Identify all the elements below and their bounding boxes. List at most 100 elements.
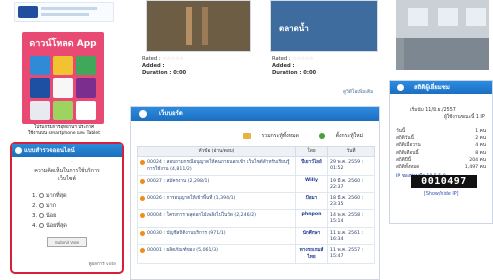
stats-value: 1 คน <box>475 129 486 134</box>
video-section: ตลาดน้ำ Rated : ☆☆☆☆☆ Added : Duration :… <box>136 0 380 95</box>
link-line <box>41 7 97 10</box>
date-cell: 11 พ.ค. 2557 : 15:47 <box>327 243 375 264</box>
table-row[interactable]: 00001 : ผลิตภัณฑ์ของ (5,061/3) ทางรถเกมส… <box>137 243 375 264</box>
rating-stars: ☆☆☆☆☆ <box>162 56 184 62</box>
more-videos-link[interactable]: ดูวิดีโอเพิ่มเติม <box>343 88 373 96</box>
app-tiles <box>30 56 96 120</box>
poll-option[interactable]: 1. มากที่สุด <box>32 191 122 201</box>
site-logo <box>18 6 38 18</box>
topic-cell[interactable]: 00026 : การอนุญาตให้เข้าพื้นที่ (1,394/1… <box>137 192 296 211</box>
stats-icon <box>397 84 404 91</box>
all-topics-label: รวมกระทู้ทั้งหมด <box>261 133 299 139</box>
table-row[interactable]: 00024 : สอบถามกรณีอนุญาตให้คนภายนอกเข้า … <box>137 156 375 176</box>
app-tile <box>76 78 96 98</box>
video-thumbnail[interactable] <box>146 0 251 52</box>
topic-title: 00030 : บัญชีสถิติงานบริการ (971/1) <box>147 230 226 236</box>
poll-radio[interactable] <box>39 203 44 208</box>
poll-option-label: น้อยที่สุด <box>46 223 67 229</box>
stats-value: 204 คน <box>469 157 486 163</box>
forum-icon <box>139 110 147 118</box>
topic-cell[interactable]: 00001 : ผลิตภัณฑ์ของ (5,061/3) <box>137 243 296 264</box>
video-meta: Rated : ☆☆☆☆☆ Added : Duration : 0:00 <box>142 56 186 78</box>
header-links <box>14 2 114 22</box>
topic-cell[interactable]: 00027 : สมัครงาน (2,298/1) <box>137 174 296 194</box>
thumbnail-art <box>186 7 192 45</box>
app-tile <box>53 100 73 120</box>
app-tile <box>30 100 50 120</box>
table-row[interactable]: 00026 : การอนุญาตให้เข้าพื้นที่ (1,394/1… <box>137 192 375 211</box>
stats-value: 1,497 คน <box>464 165 486 171</box>
video-added: Added : <box>142 63 165 70</box>
topic-cell[interactable]: 00004 : โครงการ พลุดอกไม้เพลิงไปในวัด (2… <box>137 209 296 228</box>
stats-value: 8 คน <box>475 150 486 156</box>
stats-line: สถิติเดือนนี้ 8 คน <box>396 150 486 157</box>
poll-panel: แบบสำรวจออนไลน์ ความคิดเห็นในการใช้บริกา… <box>10 142 124 274</box>
show-ip-link[interactable]: [Show/hide IP] <box>424 192 459 197</box>
forum-title: เว็บบอร์ด <box>159 110 183 117</box>
topic-icon <box>140 179 145 184</box>
date-cell: 18 มี.ค. 2560 : 23:35 <box>327 192 375 211</box>
poll-option-label: มากที่สุด <box>46 193 67 199</box>
poll-radio[interactable] <box>39 223 44 228</box>
video-rated-label: Rated : <box>272 56 291 62</box>
table-row[interactable]: 00027 : สมัครงาน (2,298/1) Willy 19 มี.ค… <box>137 174 375 194</box>
date-cell: 19 มี.ค. 2560 : 22:37 <box>327 174 375 194</box>
online-users: ผู้ใช้งานขณะนี้ 1 IP <box>444 115 485 120</box>
author-cell: Willy <box>295 174 328 194</box>
option-number: 2. <box>32 203 38 209</box>
poll-option[interactable]: 3. น้อย <box>32 211 122 221</box>
date-cell: 14 พ.ค. 2558 : 15:14 <box>327 209 375 228</box>
table-row[interactable]: 00030 : บัญชีสถิติงานบริการ (971/1) นักศ… <box>137 226 375 245</box>
topics-table: หัวข้อ (อ่าน/ตอบ) โดย วันที่ 00024 : สอบ… <box>137 146 375 264</box>
video-meta: Rated : ☆☆☆☆☆ Added : Duration : 0:00 <box>272 56 316 78</box>
photo-window <box>466 8 486 26</box>
topic-title: 00001 : ผลิตภัณฑ์ของ (5,061/3) <box>147 247 218 253</box>
stats-label: สถิติเมื่อวาน <box>396 143 421 149</box>
topic-icon <box>140 160 145 165</box>
poll-question: ความคิดเห็นในการใช้บริการ เว็บไซต์ <box>34 168 100 182</box>
app-caption: โปรแกรมการอุทยานฯ ประกาศ ใช้งานบน smartp… <box>28 125 100 136</box>
submit-vote-button[interactable]: Submit Vote <box>47 237 87 247</box>
poll-results-link[interactable]: ดูผลการ vote <box>89 260 116 267</box>
app-banner-title: ดาวน์โหลด App <box>29 39 97 49</box>
app-tile <box>53 56 73 76</box>
stats-line: สถิติปีนี้ 204 คน <box>396 157 486 164</box>
date-cell: 29 พ.ค. 2559 : 01:52 <box>327 156 375 176</box>
video-thumbnail[interactable]: ตลาดน้ำ <box>270 0 378 52</box>
topic-icon <box>140 247 145 253</box>
meeting-photo <box>396 0 489 70</box>
rating-stars: ☆☆☆☆☆ <box>292 56 314 62</box>
poll-option[interactable]: 2. มาก <box>32 201 122 211</box>
table-row[interactable]: 00004 : โครงการ พลุดอกไม้เพลิงไปในวัด (2… <box>137 209 375 228</box>
stats-header: สถิติผู้เยี่ยมชม <box>390 81 492 94</box>
author-header: โดย <box>295 146 328 157</box>
app-tile <box>30 78 50 98</box>
photo-window <box>438 8 458 26</box>
author-cell: ทางรถเกมส์ไทย <box>295 243 328 264</box>
topic-cell[interactable]: 00024 : สอบถามกรณีอนุญาตให้คนภายนอกเข้า … <box>137 156 296 176</box>
poll-option-label: มาก <box>46 203 57 209</box>
video-duration: Duration : 0:00 <box>142 70 187 77</box>
stats-line: สถิติวันนี้ 2 คน <box>396 135 486 142</box>
stats-line: สถิติทั้งหมด 1,497 คน <box>396 164 486 171</box>
poll-radio[interactable] <box>39 213 44 218</box>
forum-header: เว็บบอร์ด <box>131 107 379 121</box>
topic-title: 00004 : โครงการ พลุดอกไม้เพลิงไปในวัด (2… <box>147 213 257 219</box>
app-tile <box>76 100 96 120</box>
link-line <box>41 13 89 16</box>
new-topic-link[interactable]: ตั้งกระทู้ใหม่ <box>310 132 363 139</box>
new-topic-label: ตั้งกระทู้ใหม่ <box>335 133 363 139</box>
poll-option[interactable]: 4. น้อยที่สุด <box>32 221 122 231</box>
topic-icon <box>140 213 145 219</box>
topic-cell[interactable]: 00030 : บัญชีสถิติงานบริการ (971/1) <box>137 226 296 245</box>
date-cell: 11 ม.ค. 2561 : 16:34 <box>327 226 375 245</box>
photo-desk <box>404 38 489 70</box>
topic-title: 00027 : สมัครงาน (2,298/1) <box>147 179 210 184</box>
app-download-banner[interactable]: ดาวน์โหลด App <box>22 32 104 124</box>
all-topics-link[interactable]: รวมกระทู้ทั้งหมด <box>234 132 299 139</box>
video-rated: Rated : ☆☆☆☆☆ <box>142 56 186 63</box>
stats-label: สถิติทั้งหมด <box>396 165 420 171</box>
poll-radio[interactable] <box>39 193 44 198</box>
visitor-stats-panel: สถิติผู้เยี่ยมชม เริ่มนับ 11/มิ.ย./2557 … <box>389 80 493 224</box>
stats-label: วันนี้ <box>396 129 406 134</box>
